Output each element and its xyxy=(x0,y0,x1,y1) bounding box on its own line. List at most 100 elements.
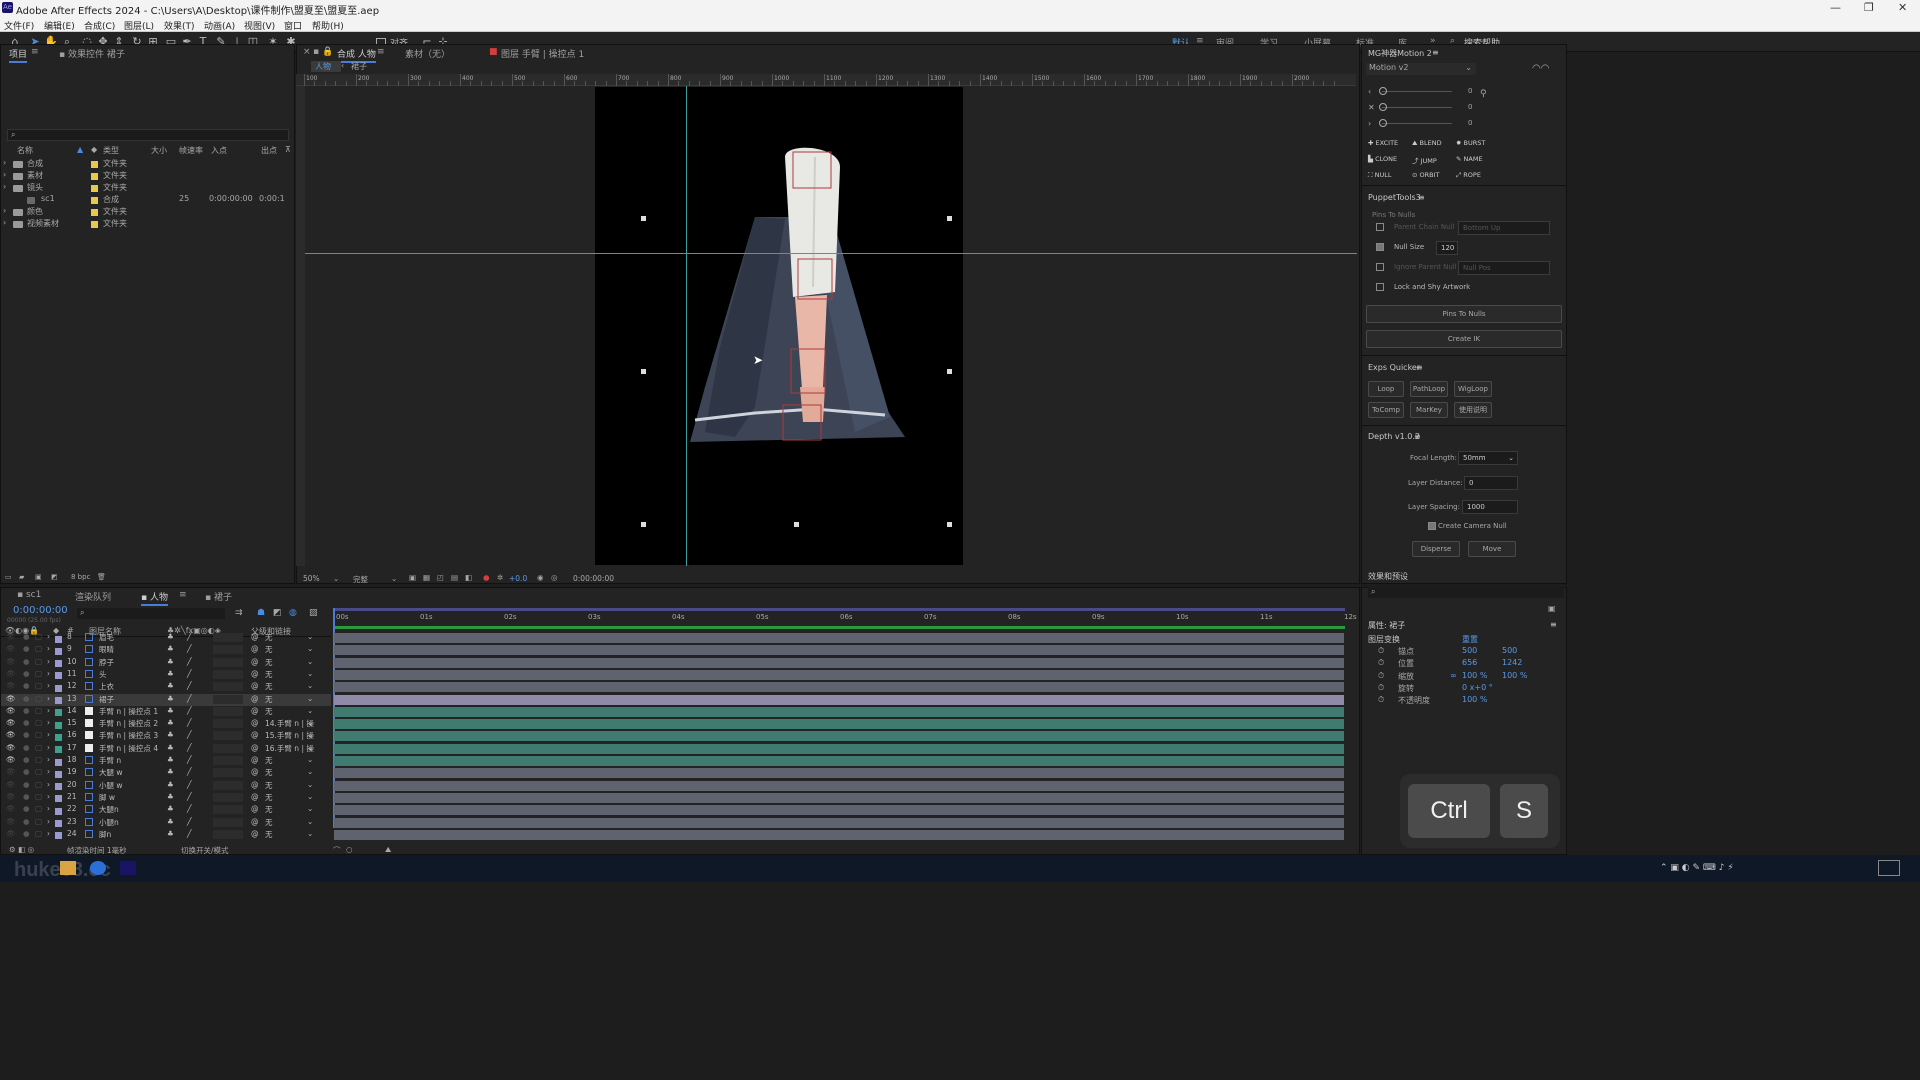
visibility-eye-icon[interactable]: 👁 xyxy=(6,632,16,641)
layer-duration-bar[interactable] xyxy=(334,743,1344,754)
menu-help[interactable]: 帮助(H) xyxy=(312,19,344,32)
lock-icon[interactable]: ▢ xyxy=(35,829,42,838)
transform-handle[interactable] xyxy=(641,216,646,221)
pickwhip-icon[interactable]: @ xyxy=(251,657,259,666)
label-color-swatch[interactable] xyxy=(55,708,62,717)
tray-icons[interactable]: ⌃ ▣ ◐ ✎ ⌨ ♪ ⚡ xyxy=(1660,863,1734,873)
quality-switch-icon[interactable]: ╱ xyxy=(187,767,192,776)
puppet-option-checkbox[interactable] xyxy=(1376,283,1384,291)
pickwhip-icon[interactable]: @ xyxy=(251,792,259,801)
menu-animation[interactable]: 动画(A) xyxy=(204,19,235,32)
expand-arrow-icon[interactable]: › xyxy=(47,718,50,727)
label-color-swatch[interactable] xyxy=(55,720,62,729)
label-color-swatch[interactable] xyxy=(55,634,62,643)
layer-duration-bar[interactable] xyxy=(334,829,1344,840)
mg-menu-icon[interactable]: ≡ xyxy=(1432,48,1439,57)
create-camera-null-checkbox[interactable] xyxy=(1428,522,1436,530)
shy-switch-icon[interactable]: ♣ xyxy=(167,718,174,727)
switch-boxes[interactable] xyxy=(213,706,243,716)
property-value-2[interactable]: 1242 xyxy=(1502,658,1522,667)
visibility-eye-icon[interactable]: 👁 xyxy=(6,792,16,801)
pickwhip-icon[interactable]: @ xyxy=(251,718,259,727)
property-value-1[interactable]: 500 xyxy=(1462,646,1477,655)
transform-handle[interactable] xyxy=(947,522,952,527)
label-color-swatch[interactable] xyxy=(55,794,62,803)
quality-switch-icon[interactable]: ╱ xyxy=(187,657,192,666)
zoom-in-icon[interactable]: ⛰ xyxy=(385,845,391,855)
puppet-option-value[interactable]: 120 xyxy=(1436,241,1458,255)
lock-icon[interactable]: ▢ xyxy=(35,792,42,801)
layer-row[interactable]: 👁 ● ▢ › 13 裙子 ♣ ╱ @ 无 ⌄ xyxy=(1,693,331,706)
new-preset-icon[interactable]: ▣ xyxy=(1548,604,1556,613)
slider-2-value[interactable]: 0 xyxy=(1468,103,1472,111)
quality-switch-icon[interactable]: ╱ xyxy=(187,780,192,789)
switch-boxes[interactable] xyxy=(213,805,243,815)
exposure-value[interactable]: +0.0 xyxy=(509,574,527,583)
lock-icon[interactable]: ▢ xyxy=(35,730,42,739)
solo-icon[interactable]: ● xyxy=(23,632,30,641)
layer-duration-bar[interactable] xyxy=(334,657,1344,668)
comp-lock-icon[interactable]: ▪ 🔒 xyxy=(313,47,333,57)
guide-horizontal[interactable] xyxy=(305,253,1357,254)
minimize-icon[interactable]: — xyxy=(1830,1,1841,14)
delete-icon[interactable]: 🗑 xyxy=(97,573,106,581)
layer-duration-bar[interactable] xyxy=(334,694,1344,705)
property-value-1[interactable]: 656 xyxy=(1462,658,1477,667)
layer-name[interactable]: 裙子 xyxy=(99,694,114,705)
solo-icon[interactable]: ● xyxy=(23,743,30,752)
shy-switch-icon[interactable]: ♣ xyxy=(167,829,174,838)
stopwatch-icon[interactable]: ⏱ xyxy=(1378,646,1384,656)
pickwhip-icon[interactable]: @ xyxy=(251,706,259,715)
loop-button[interactable]: Loop xyxy=(1368,381,1404,397)
interpret-footage-icon[interactable]: ▭ xyxy=(5,573,12,581)
slider-2[interactable] xyxy=(1382,107,1452,108)
label-color-swatch[interactable] xyxy=(55,683,62,692)
layer-duration-bar[interactable] xyxy=(334,645,1344,656)
label-color-swatch[interactable] xyxy=(91,172,98,181)
expand-arrow-icon[interactable]: › xyxy=(47,743,50,752)
close-icon[interactable]: ✕ xyxy=(1898,1,1907,14)
solo-icon[interactable]: ● xyxy=(23,817,30,826)
notification-icon[interactable] xyxy=(1878,860,1900,876)
comp-timecode[interactable]: 0:00:00:00 xyxy=(573,574,614,583)
puppet-option-value[interactable]: Null Pos xyxy=(1458,261,1550,275)
layer-name[interactable]: 手臂 n | 操控点 4 xyxy=(99,743,158,754)
work-area-bar[interactable] xyxy=(333,608,1345,611)
label-color-swatch[interactable] xyxy=(55,831,62,840)
pickwhip-icon[interactable]: @ xyxy=(251,694,259,703)
switch-boxes[interactable] xyxy=(213,731,243,741)
quality-switch-icon[interactable]: ╱ xyxy=(187,792,192,801)
layer-name[interactable]: 脖子 xyxy=(99,657,114,668)
property-value-1[interactable]: 100 % xyxy=(1462,695,1487,704)
pickwhip-icon[interactable]: @ xyxy=(251,780,259,789)
parent-dropdown[interactable]: 无 xyxy=(265,780,273,791)
visibility-eye-icon[interactable]: 👁 xyxy=(6,804,16,813)
layer-duration-bar[interactable] xyxy=(334,633,1344,643)
pathloop-button[interactable]: PathLoop xyxy=(1410,381,1448,397)
layer-duration-bar[interactable] xyxy=(334,706,1344,717)
effects-search-input[interactable]: ⌕ xyxy=(1368,587,1564,598)
graph-editor-icon[interactable]: ▨ xyxy=(309,608,318,618)
pickwhip-icon[interactable]: @ xyxy=(251,767,259,776)
layer-row[interactable]: 👁 ● ▢ › 12 上衣 ♣ ╱ @ 无 ⌄ xyxy=(1,681,331,693)
layer-name[interactable]: 脚 w xyxy=(99,792,115,803)
solo-icon[interactable]: ● xyxy=(23,780,30,789)
pickwhip-icon[interactable]: @ xyxy=(251,743,259,752)
transform-handle[interactable] xyxy=(794,522,799,527)
slider-3-value[interactable]: 0 xyxy=(1468,119,1472,127)
lock-icon[interactable]: ▢ xyxy=(35,780,42,789)
show-snapshot-icon[interactable]: ◎ xyxy=(551,573,558,582)
property-value-2[interactable]: 100 % xyxy=(1502,671,1527,680)
col-size[interactable]: 大小 xyxy=(151,145,167,156)
menu-edit[interactable]: 编辑(E) xyxy=(44,19,75,32)
tab-footage[interactable]: 素材（无） xyxy=(405,47,450,60)
quality-switch-icon[interactable]: ╱ xyxy=(187,632,192,641)
layer-row[interactable]: 👁 ● ▢ › 22 大腿n ♣ ╱ @ 无 ⌄ xyxy=(1,804,331,816)
property-value-1[interactable]: 0 x+0 ° xyxy=(1462,683,1493,692)
lock-icon[interactable]: ▢ xyxy=(35,743,42,752)
layer-name[interactable]: 眼睛 xyxy=(99,644,114,655)
slider-2-knob[interactable] xyxy=(1379,103,1387,111)
pickwhip-icon[interactable]: @ xyxy=(251,817,259,826)
usage-guide-button[interactable]: 使用说明 xyxy=(1454,402,1492,418)
expand-arrow-icon[interactable]: › xyxy=(47,817,50,826)
